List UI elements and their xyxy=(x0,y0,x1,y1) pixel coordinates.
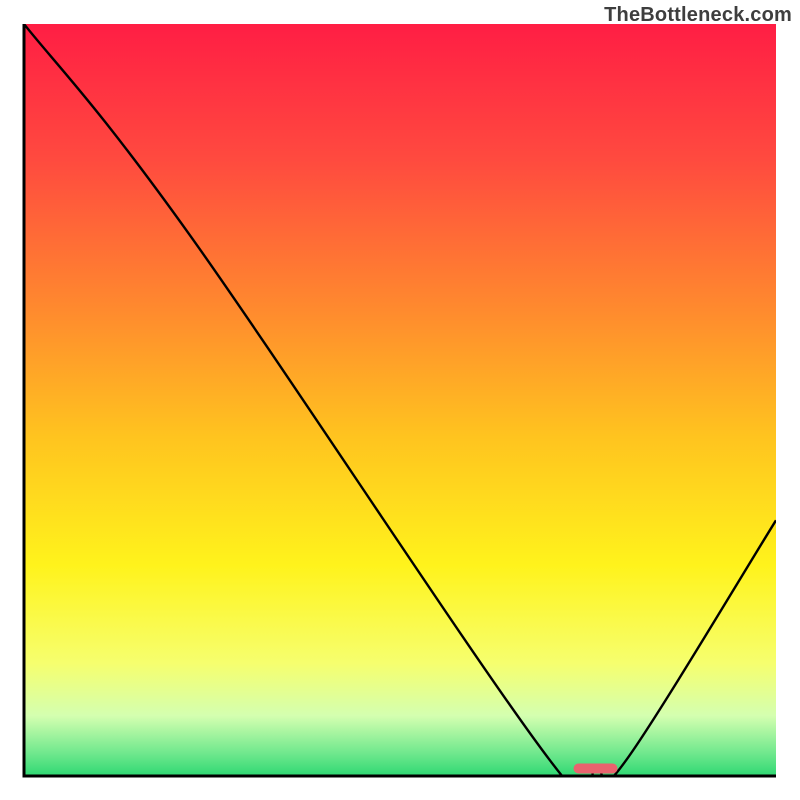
optimal-marker xyxy=(574,763,618,773)
watermark-text: TheBottleneck.com xyxy=(604,4,792,27)
chart-svg xyxy=(0,0,800,800)
chart-root: TheBottleneck.com xyxy=(0,0,800,800)
gradient-background xyxy=(24,24,776,776)
